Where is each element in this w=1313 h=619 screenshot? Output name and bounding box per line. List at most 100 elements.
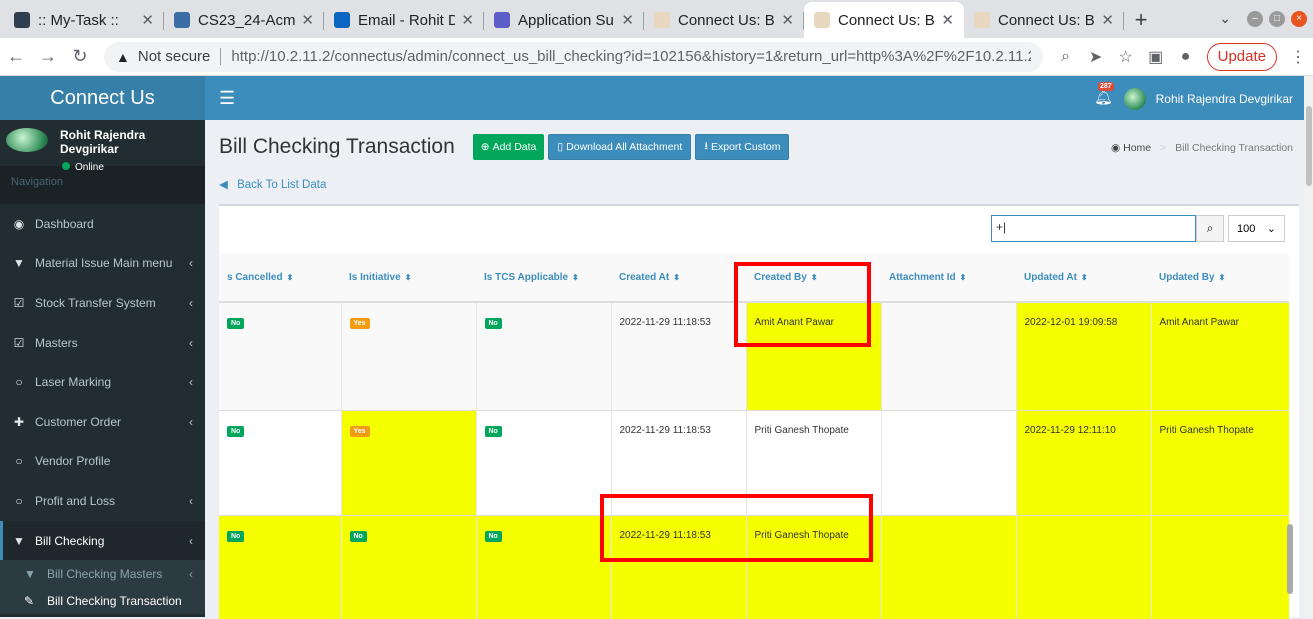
table-cell: 2022-12-01 19:09:58	[1016, 301, 1152, 410]
column-header[interactable]: s Cancelled ⬍	[219, 254, 341, 303]
breadcrumb-current: Bill Checking Transaction	[1175, 142, 1293, 154]
status-badge: No	[484, 318, 502, 329]
checkbox-icon: ☑	[13, 295, 25, 310]
sidebar-subitem-bill-checking-masters[interactable]: ▼ Bill Checking Masters ‹	[0, 560, 205, 587]
sidebar-item-label: Profit and Loss	[35, 493, 116, 508]
chevron-left-icon: ‹	[189, 375, 193, 390]
close-tab-icon[interactable]: ✕	[941, 11, 954, 29]
app-logo[interactable]: Connect Us	[0, 76, 205, 120]
profile-icon[interactable]: ●	[1171, 48, 1201, 66]
column-header[interactable]: Is Initiative ⬍	[341, 254, 476, 303]
breadcrumb-separator: >	[1160, 142, 1167, 154]
tab-search-chevron-icon[interactable]: ⌄	[1219, 10, 1231, 27]
sidebar-item-customer-order[interactable]: ✚ Customer Order ‹	[0, 402, 205, 442]
search-input[interactable]: +|	[991, 215, 1196, 242]
annotation-box-created-by	[734, 262, 871, 347]
back-to-list-link[interactable]: ◀ Back To List Data	[219, 177, 326, 191]
breadcrumb-home[interactable]: Home	[1123, 142, 1151, 154]
warning-triangle-icon: ▲	[116, 48, 130, 65]
column-header[interactable]: Updated At ⬍	[1016, 254, 1151, 303]
sort-icon: ⬍	[1080, 273, 1088, 282]
close-tab-icon[interactable]: ✕	[1101, 11, 1114, 29]
table-cell	[1016, 514, 1152, 619]
sidebar-item-label: Material Issue Main menu	[35, 256, 173, 271]
close-tab-icon[interactable]: ✕	[141, 11, 154, 29]
close-tab-icon[interactable]: ✕	[621, 11, 634, 29]
update-button[interactable]: Update	[1206, 42, 1277, 71]
sidepanel-icon[interactable]: ▣	[1141, 47, 1171, 67]
notification-bell-icon[interactable]: 🔔︎ 287	[1094, 82, 1114, 106]
zoom-search-icon[interactable]: ⌕	[1051, 48, 1081, 66]
user-status: Online	[62, 162, 199, 173]
download-label: Download All Attachment	[566, 141, 683, 153]
page-header: Bill Checking Transaction ⊕ Add Data ▯ D…	[219, 134, 793, 160]
close-tab-icon[interactable]: ✕	[461, 11, 474, 29]
forward-arrow-icon[interactable]: →	[32, 46, 64, 67]
table-scrollbar[interactable]	[1287, 254, 1295, 619]
pencil-icon: ✎	[24, 593, 35, 608]
share-send-icon[interactable]: ➤	[1081, 47, 1111, 67]
browser-tab[interactable]: Connect Us: B ✕	[644, 2, 804, 38]
url-text[interactable]: http://10.2.11.2/connectus/admin/connect…	[231, 48, 1030, 65]
sidebar-item-material-issue-main-menu[interactable]: ▼ Material Issue Main menu ‹	[0, 244, 205, 284]
column-header[interactable]: Is TCS Applicable ⬍	[476, 254, 611, 303]
sidebar-item-stock-transfer-system[interactable]: ☑ Stock Transfer System ‹	[0, 283, 205, 323]
browser-tab[interactable]: Application Su ✕	[484, 2, 644, 38]
browser-tab[interactable]: CS23_24-Acme ✕	[164, 2, 324, 38]
browser-tab[interactable]: Connect Us: B ✕	[964, 2, 1124, 38]
url-omnibox[interactable]: ▲ Not secure http://10.2.11.2/connectus/…	[104, 41, 1043, 72]
arrow-circle-left-icon: ◀	[219, 179, 228, 191]
sidebar-item-bill-checking[interactable]: ▼ Bill Checking ‹	[0, 520, 205, 561]
sort-icon: ⬍	[404, 273, 412, 282]
status-badge: No	[227, 530, 245, 542]
close-tab-icon[interactable]: ✕	[781, 11, 794, 29]
table-cell: No	[476, 301, 612, 410]
sidebar-item-label: Laser Marking	[35, 375, 112, 390]
status-badge: No	[227, 425, 245, 437]
plus-circle-icon: ⊕	[480, 141, 490, 153]
new-tab-button[interactable]: +	[1124, 2, 1158, 38]
download-all-attachment-button[interactable]: ▯ Download All Attachment	[548, 134, 692, 160]
back-arrow-icon[interactable]: ←	[0, 46, 32, 67]
sidebar-item-laser-marking[interactable]: ○ Laser Marking ‹	[0, 362, 205, 402]
download-icon: ⭳	[704, 140, 708, 152]
circle-icon: ○	[15, 493, 23, 508]
column-header[interactable]: Created At ⬍	[611, 254, 746, 303]
hamburger-menu-icon[interactable]: ☰	[219, 88, 235, 109]
avatar	[1123, 88, 1146, 110]
column-header[interactable]: Attachment Id ⬍	[881, 254, 1016, 303]
more-menu-icon[interactable]: ⋮	[1283, 47, 1313, 67]
minimize-button[interactable]: –	[1247, 10, 1263, 27]
cell-text: 2022-11-29 11:18:53	[619, 424, 711, 436]
browser-tab[interactable]: :: My-Task :: ✕	[4, 2, 164, 38]
close-tab-icon[interactable]: ✕	[301, 11, 314, 29]
export-label: Export Custom	[711, 141, 781, 153]
checkbox-icon: ☑	[13, 335, 25, 350]
tab-title: Email - Rohit D	[358, 11, 456, 29]
export-custom-button[interactable]: ⭳ Export Custom	[695, 134, 790, 160]
browser-tab-bar: :: My-Task :: ✕ CS23_24-Acme ✕ Email - Rohit…	[0, 0, 1313, 38]
sort-icon: ⬍	[1218, 273, 1226, 282]
table-cell: No	[219, 514, 342, 619]
status-badge: No	[227, 318, 245, 329]
sidebar-item-masters[interactable]: ☑ Masters ‹	[0, 323, 205, 363]
table-cell	[881, 514, 1017, 619]
sidebar-item-dashboard[interactable]: ◉ Dashboard	[0, 204, 205, 244]
reload-icon[interactable]: ↻	[64, 46, 96, 67]
browser-tab[interactable]: Email - Rohit D ✕	[324, 2, 484, 38]
column-header-label: s Cancelled	[227, 272, 283, 283]
tab-title: Connect Us: B	[678, 11, 775, 29]
bookmark-star-icon[interactable]: ☆	[1111, 47, 1141, 67]
add-data-button[interactable]: ⊕ Add Data	[472, 134, 545, 160]
sidebar-item-profit-and-loss[interactable]: ○ Profit and Loss ‹	[0, 481, 205, 521]
top-user-menu[interactable]: Rohit Rajendra Devgirikar	[1123, 88, 1293, 110]
maximize-button[interactable]: □	[1269, 10, 1285, 27]
column-header[interactable]: Updated By ⬍	[1151, 254, 1289, 303]
close-window-button[interactable]: ×	[1291, 10, 1307, 27]
browser-tab[interactable]: Connect Us: B ✕	[804, 2, 964, 38]
page-scrollbar[interactable]	[1304, 76, 1313, 617]
sidebar-subitem-bill-checking-transaction[interactable]: ✎ Bill Checking Transaction	[0, 587, 205, 614]
sidebar-item-vendor-profile[interactable]: ○ Vendor Profile	[0, 442, 205, 482]
page-size-select[interactable]: 100 ⌄	[1228, 215, 1285, 242]
search-button[interactable]: ⌕	[1196, 215, 1224, 242]
